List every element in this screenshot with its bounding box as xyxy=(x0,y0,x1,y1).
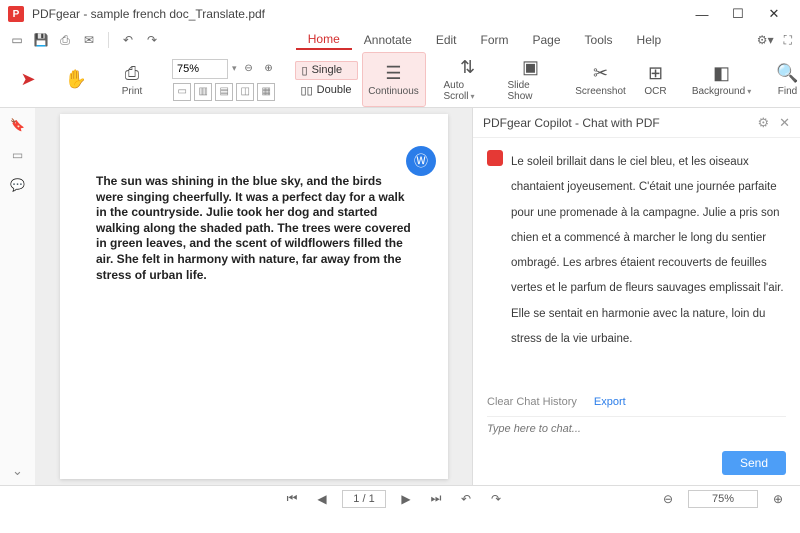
prev-page-button[interactable]: ◀ xyxy=(312,492,332,506)
zoom-in-status-button[interactable]: ⊕ xyxy=(768,492,788,506)
copilot-header: PDFgear Copilot - Chat with PDF ⚙ ✕ xyxy=(473,108,800,138)
find-icon: 🔍 xyxy=(776,63,798,84)
continuous-button[interactable]: ☰ Continuous xyxy=(362,52,426,107)
export-chat-link[interactable]: Export xyxy=(594,396,626,408)
copilot-message-text: Le soleil brillait dans le ciel bleu, et… xyxy=(511,150,786,352)
undo-icon[interactable]: ↶ xyxy=(119,31,137,49)
hand-tool[interactable]: ✋ xyxy=(54,52,98,107)
next-page-button[interactable]: ▶ xyxy=(396,492,416,506)
copilot-body: Le soleil brillait dans le ciel bleu, et… xyxy=(473,138,800,392)
zoom-dropdown-icon[interactable]: ▾ xyxy=(232,63,237,74)
zoom-area-icon[interactable]: ▦ xyxy=(257,83,275,101)
tab-form[interactable]: Form xyxy=(469,31,521,49)
print-button[interactable]: ⎙ Print xyxy=(110,52,154,107)
copilot-close-icon[interactable]: ✕ xyxy=(779,115,790,131)
single-page-button[interactable]: ▯ Single xyxy=(295,61,358,80)
zoom-out-status-button[interactable]: ⊖ xyxy=(658,492,678,506)
document-area[interactable]: Ⓦ The sun was shining in the blue sky, a… xyxy=(36,108,472,485)
zoom-out-button[interactable]: ⊖ xyxy=(241,61,257,77)
page-view-group: ▯ Single ▯▯ Double xyxy=(295,52,358,107)
fit-page-icon[interactable]: ▭ xyxy=(173,83,191,101)
background-icon: ◧ xyxy=(713,63,730,84)
copilot-panel: PDFgear Copilot - Chat with PDF ⚙ ✕ Le s… xyxy=(472,108,800,485)
page-number-field[interactable]: 1 / 1 xyxy=(342,490,386,508)
slide-show-icon: ▣ xyxy=(522,57,539,78)
tab-tools[interactable]: Tools xyxy=(573,31,625,49)
copilot-footer-links: Clear Chat History Export xyxy=(473,392,800,412)
word-badge-icon[interactable]: Ⓦ xyxy=(406,146,436,176)
zoom-status-field[interactable]: 75% xyxy=(688,490,758,508)
pointer-icon: ➤ xyxy=(20,69,35,90)
continuous-icon: ☰ xyxy=(385,63,401,84)
menu-tabs: Home Annotate Edit Form Page Tools Help … xyxy=(169,29,800,51)
double-page-button[interactable]: ▯▯ Double xyxy=(295,82,358,99)
sidebar-chevron-icon[interactable]: ⌄ xyxy=(12,463,23,479)
print-quick-icon[interactable]: ⎙ xyxy=(56,31,74,49)
zoom-in-button[interactable]: ⊕ xyxy=(261,61,277,77)
thumbnails-icon[interactable]: ▭ xyxy=(12,148,23,162)
find-button[interactable]: 🔍 Find xyxy=(766,52,800,107)
clear-chat-link[interactable]: Clear Chat History xyxy=(487,396,577,408)
fullscreen-icon[interactable]: ⛶ xyxy=(784,33,792,48)
comments-icon[interactable]: 💬 xyxy=(10,178,25,192)
document-text[interactable]: The sun was shining in the blue sky, and… xyxy=(96,174,412,283)
ocr-icon: ⊞ xyxy=(648,63,663,84)
save-icon[interactable]: 💾 xyxy=(32,31,50,49)
fit-height-icon[interactable]: ▤ xyxy=(215,83,233,101)
last-page-button[interactable]: ⏭ xyxy=(426,491,446,506)
actual-size-icon[interactable]: ◫ xyxy=(236,83,254,101)
tab-edit[interactable]: Edit xyxy=(424,31,469,49)
copilot-settings-icon[interactable]: ⚙ xyxy=(757,115,769,131)
hand-icon: ✋ xyxy=(65,69,87,90)
settings-icon[interactable]: ⚙▾ xyxy=(757,33,774,47)
copilot-avatar-icon xyxy=(487,150,503,166)
email-icon[interactable]: ✉ xyxy=(80,31,98,49)
print-icon: ⎙ xyxy=(125,63,139,84)
minimize-button[interactable]: — xyxy=(684,0,720,28)
close-button[interactable]: ✕ xyxy=(756,0,792,28)
single-page-icon: ▯ xyxy=(302,64,308,77)
status-bar: ⏮ ◀ 1 / 1 ▶ ⏭ ↶ ↷ ⊖ 75% ⊕ xyxy=(0,485,800,511)
ocr-button[interactable]: ⊞ OCR xyxy=(634,52,678,107)
quick-access-toolbar: ▭ 💾 ⎙ ✉ ↶ ↷ xyxy=(0,28,169,52)
auto-scroll-icon: ⇅ xyxy=(460,57,475,78)
jump-back-button[interactable]: ↶ xyxy=(456,492,476,506)
first-page-button[interactable]: ⏮ xyxy=(282,491,302,506)
zoom-input[interactable] xyxy=(172,59,228,79)
chat-input[interactable] xyxy=(487,416,786,441)
tab-annotate[interactable]: Annotate xyxy=(352,31,424,49)
tab-home[interactable]: Home xyxy=(296,30,352,50)
screenshot-button[interactable]: ✂ Screenshot xyxy=(572,52,630,107)
double-page-icon: ▯▯ xyxy=(301,84,313,97)
tab-help[interactable]: Help xyxy=(625,31,674,49)
copilot-message: Le soleil brillait dans le ciel bleu, et… xyxy=(487,150,786,352)
bookmark-icon[interactable]: 🔖 xyxy=(10,118,25,132)
background-button[interactable]: ◧ Background▾ xyxy=(690,52,754,107)
title-bar: P PDFgear - sample french doc_Translate.… xyxy=(0,0,800,28)
fit-width-icon[interactable]: ▥ xyxy=(194,83,212,101)
slide-show-button[interactable]: ▣ Slide Show xyxy=(502,52,560,107)
tab-page[interactable]: Page xyxy=(521,31,573,49)
app-icon: P xyxy=(8,6,24,22)
pdf-page: Ⓦ The sun was shining in the blue sky, a… xyxy=(60,114,448,479)
send-button[interactable]: Send xyxy=(722,451,786,475)
window-title: PDFgear - sample french doc_Translate.pd… xyxy=(32,7,265,21)
redo-icon[interactable]: ↷ xyxy=(143,31,161,49)
jump-forward-button[interactable]: ↷ xyxy=(486,492,506,506)
maximize-button[interactable]: ☐ xyxy=(720,0,756,28)
scissors-icon: ✂ xyxy=(593,63,608,84)
pointer-tool[interactable]: ➤ xyxy=(6,52,50,107)
left-sidebar: 🔖 ▭ 💬 ⌄ xyxy=(0,108,36,485)
ribbon: ➤ ✋ ⎙ Print ▾ ⊖ ⊕ ▭ ▥ ▤ ◫ ▦ ▯ Single ▯▯ … xyxy=(0,52,800,108)
copilot-title: PDFgear Copilot - Chat with PDF xyxy=(483,116,660,130)
open-icon[interactable]: ▭ xyxy=(8,31,26,49)
auto-scroll-button[interactable]: ⇅ Auto Scroll▾ xyxy=(438,52,498,107)
